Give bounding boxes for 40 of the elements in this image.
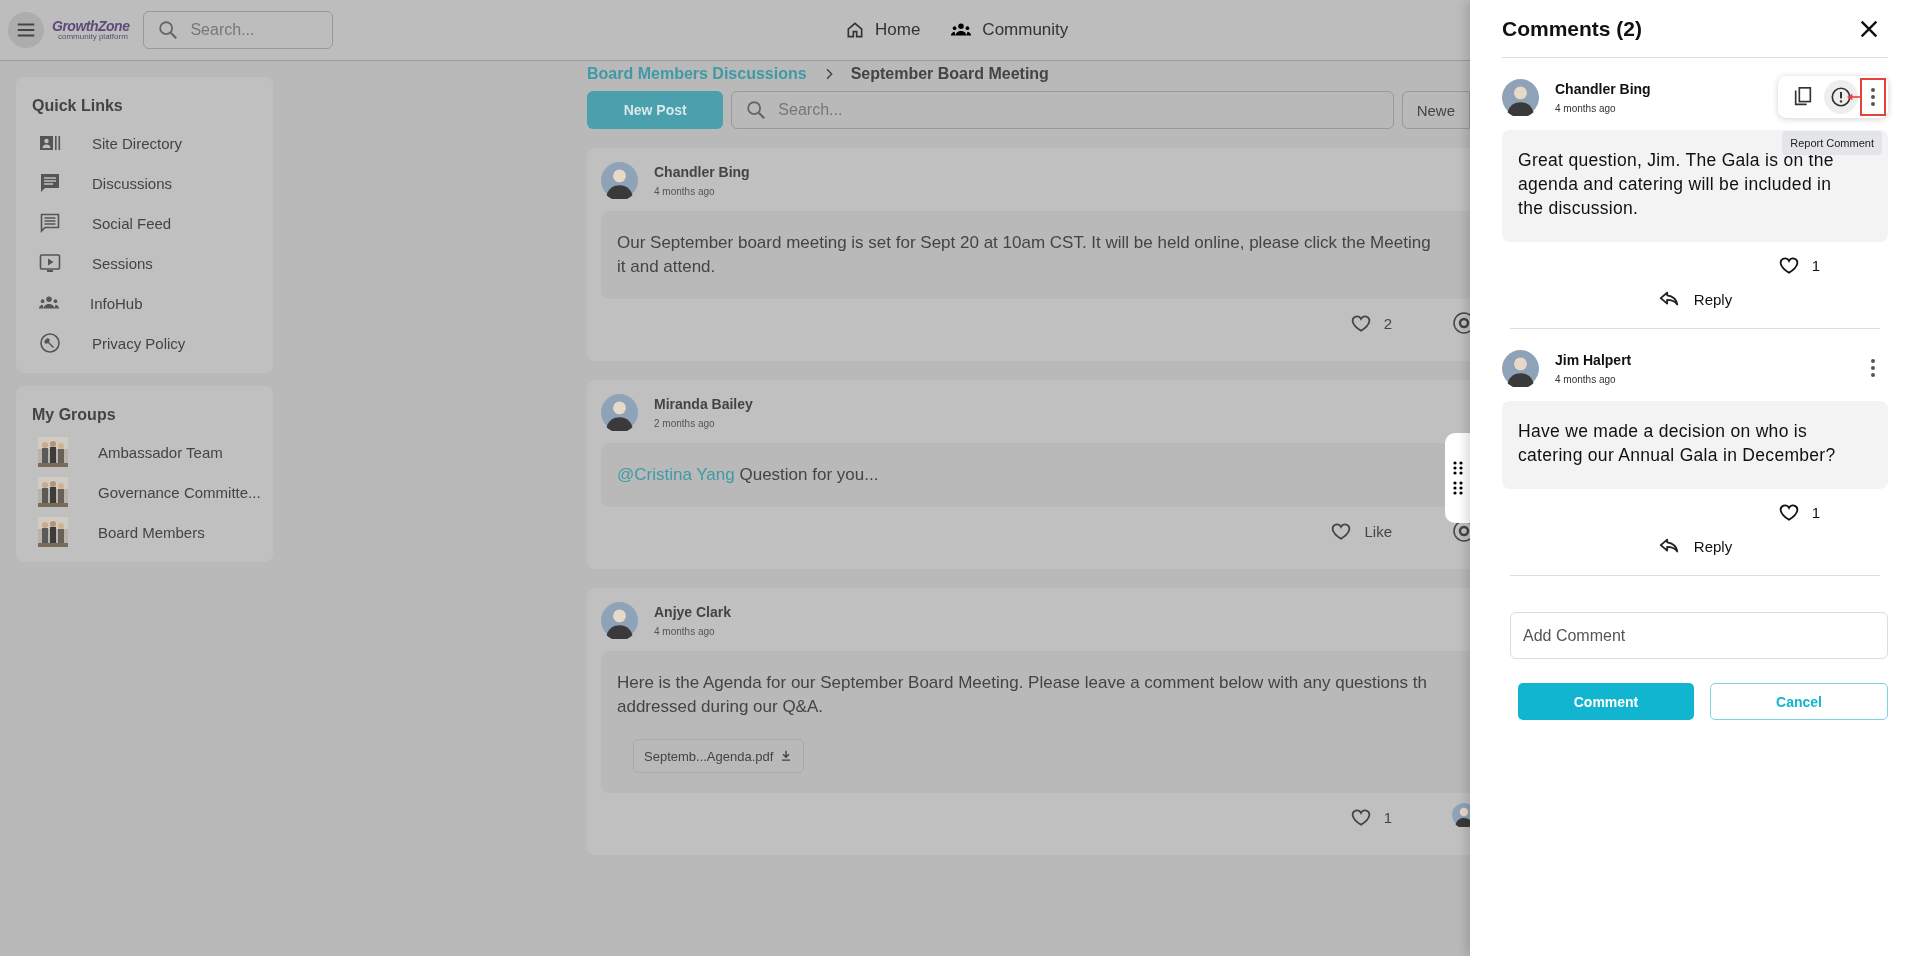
- comment-input[interactable]: Add Comment: [1510, 612, 1888, 659]
- group-link[interactable]: Board Members: [32, 512, 257, 552]
- author-name: Miranda Bailey: [654, 396, 753, 412]
- reply-button[interactable]: Reply: [1657, 288, 1733, 310]
- nav-link[interactable]: Home: [845, 20, 921, 40]
- like-button[interactable]: 1: [1777, 254, 1820, 276]
- breadcrumb-current: September Board Meeting: [850, 65, 1049, 83]
- post-text: Our September board meeting is set for Sept 20 at 10am CST. It will be held online, please click the Meeting it and attend.: [617, 232, 1432, 278]
- sidebar-link[interactable]: Sessions: [32, 243, 257, 283]
- timestamp: 2 months ago: [654, 418, 716, 429]
- tooltip: Report Comment: [1782, 131, 1882, 155]
- like-button[interactable]: 1: [1777, 501, 1820, 523]
- sidebar-link[interactable]: Social Feed: [32, 203, 257, 243]
- post-text: Here is the Agenda for our September Board Meeting. Please leave a comment below with any questions th addressed during our Q&A.: [617, 672, 1428, 718]
- timestamp: 4 months ago: [654, 626, 716, 637]
- comment-text: Have we made a decision on who is catering our Annual Gala in December?: [1502, 401, 1888, 489]
- author-name: Anjye Clark: [654, 604, 732, 620]
- sidebar-link[interactable]: Discussions: [32, 163, 257, 203]
- author-name: Chandler Bing: [1555, 80, 1651, 97]
- attachment-chip[interactable]: Septemb...Agenda.pdf: [633, 739, 805, 773]
- timestamp: 4 months ago: [1555, 373, 1617, 385]
- sidebar-link[interactable]: InfoHub: [32, 283, 257, 323]
- nav-link[interactable]: Community: [950, 19, 1069, 41]
- timestamp: 4 months ago: [1555, 102, 1617, 114]
- card-title: My Groups: [32, 406, 117, 424]
- search-field[interactable]: Search...: [143, 11, 334, 49]
- reply-button[interactable]: Reply: [1657, 535, 1733, 557]
- search-field[interactable]: Search...: [731, 91, 1394, 129]
- group-link[interactable]: Ambassador Team: [32, 432, 257, 472]
- author-name: Jim Halpert: [1555, 351, 1632, 368]
- like-button[interactable]: 1: [1349, 806, 1392, 828]
- sidebar-link[interactable]: Privacy Policy: [32, 323, 257, 363]
- author-name: Chandler Bing: [654, 164, 750, 180]
- card-title: Quick Links: [32, 97, 124, 115]
- timestamp: 4 months ago: [654, 186, 716, 197]
- like-button[interactable]: 2: [1349, 312, 1392, 334]
- panel-title: Comments (2): [1502, 16, 1643, 41]
- logo[interactable]: GrowthZone community platform: [52, 19, 130, 41]
- like-button[interactable]: Like: [1330, 520, 1392, 542]
- sidebar-link[interactable]: Site Directory: [32, 123, 257, 163]
